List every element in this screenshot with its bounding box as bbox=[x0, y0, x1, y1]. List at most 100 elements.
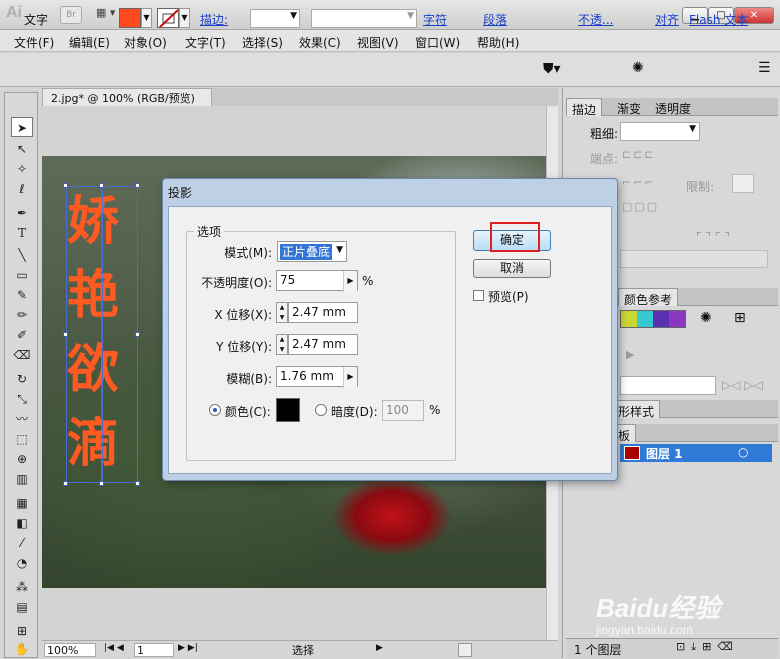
panel-menu-icon[interactable]: ☰ bbox=[758, 60, 771, 76]
resize-handle[interactable] bbox=[99, 481, 104, 486]
vertical-text-object[interactable]: 娇 艳 欲 滴 bbox=[66, 186, 119, 483]
rotate-icon[interactable]: ↻ bbox=[11, 369, 33, 389]
menu-help[interactable]: 帮助(H) bbox=[477, 34, 519, 51]
status-arrow-icon[interactable]: ▶ bbox=[376, 643, 383, 653]
tab-gradient[interactable]: 渐变 bbox=[612, 98, 646, 116]
fill-dropdown[interactable]: ▼ bbox=[141, 8, 152, 28]
align-link[interactable]: 对齐 bbox=[655, 11, 679, 28]
tab-graphic-styles[interactable]: 形样式 bbox=[612, 400, 661, 419]
bridge-button[interactable]: Br bbox=[60, 6, 82, 24]
resize-handle[interactable] bbox=[135, 481, 140, 486]
stroke-link[interactable]: 描边: bbox=[200, 11, 228, 28]
resize-handle[interactable] bbox=[63, 332, 68, 337]
resize-handle[interactable] bbox=[99, 183, 104, 188]
character-link[interactable]: 字符 bbox=[423, 11, 447, 28]
document-tab[interactable]: 2.jpg* @ 100% (RGB/预览) ✕ bbox=[42, 88, 212, 119]
mesh-icon[interactable]: ▦ bbox=[11, 493, 33, 513]
graph-icon[interactable]: ▥ bbox=[11, 469, 33, 489]
dash-fields[interactable] bbox=[620, 250, 768, 268]
y-offset-spinner[interactable]: ▲ ▼ bbox=[276, 334, 288, 355]
limit-field[interactable] bbox=[732, 174, 754, 193]
eraser-icon[interactable]: ⌫ bbox=[11, 345, 33, 365]
resize-handle[interactable] bbox=[63, 183, 68, 188]
menu-select[interactable]: 选择(S) bbox=[242, 34, 283, 51]
darkness-radio[interactable] bbox=[315, 404, 327, 416]
menu-view[interactable]: 视图(V) bbox=[357, 34, 399, 51]
type-tool-icon[interactable]: T bbox=[11, 223, 33, 243]
opacity-link[interactable]: 不透... bbox=[578, 11, 613, 28]
brush-icon[interactable]: ⛊▾ bbox=[543, 61, 561, 77]
paintbrush-icon[interactable]: ✎ bbox=[11, 285, 33, 305]
stroke-dropdown[interactable]: ▼ bbox=[179, 8, 190, 28]
preview-checkbox[interactable] bbox=[473, 290, 484, 301]
selection-tool-icon[interactable]: ➤ bbox=[11, 117, 33, 137]
fill-color-swatch[interactable] bbox=[119, 8, 141, 28]
lasso-icon[interactable]: ℓ bbox=[11, 179, 33, 199]
x-offset-spinner[interactable]: ▲ ▼ bbox=[276, 302, 288, 323]
save-group-icon[interactable]: ⊞ bbox=[734, 310, 746, 326]
pen-icon[interactable]: ✒ bbox=[11, 203, 33, 223]
magic-wand-icon[interactable]: ✧ bbox=[11, 159, 33, 179]
stroke-weight-field[interactable]: ▼ bbox=[250, 9, 300, 28]
blur-field[interactable]: 1.76 mm ▶ bbox=[276, 366, 358, 388]
symbol-sprayer-icon[interactable]: ⁂ bbox=[11, 577, 33, 597]
recolor-icon[interactable]: ✺ bbox=[632, 60, 644, 76]
mode-select[interactable]: 正片叠底 ▼ bbox=[277, 241, 347, 262]
direct-selection-icon[interactable]: ↖ bbox=[11, 139, 33, 159]
resize-handle[interactable] bbox=[63, 481, 68, 486]
menu-window[interactable]: 窗口(W) bbox=[415, 34, 460, 51]
scale-icon[interactable]: ⤡ bbox=[11, 389, 33, 409]
shape-builder-icon[interactable]: ⊕ bbox=[11, 449, 33, 469]
color-group-icon[interactable]: ✺ bbox=[700, 310, 712, 326]
tab-color-guide[interactable]: 颜色参考 bbox=[618, 288, 679, 307]
slider-arrow-icon[interactable]: ▶ bbox=[343, 367, 357, 388]
swatch-search-field[interactable] bbox=[620, 376, 716, 395]
y-offset-field[interactable]: 2.47 mm bbox=[288, 334, 358, 355]
harmony-swatch[interactable] bbox=[620, 310, 686, 328]
align-stroke-icons[interactable]: ▢▢▢ bbox=[622, 200, 659, 213]
vertical-text-bounds[interactable] bbox=[102, 186, 138, 483]
shadow-color-swatch[interactable] bbox=[276, 398, 300, 422]
column-graph-icon[interactable]: ▤ bbox=[11, 597, 33, 617]
cap-icons[interactable]: ⊏⊏⊏ bbox=[622, 148, 656, 161]
slider-arrow-icon[interactable]: ▶ bbox=[343, 271, 357, 292]
menu-object[interactable]: 对象(O) bbox=[124, 34, 167, 51]
menu-edit[interactable]: 编辑(E) bbox=[69, 34, 110, 51]
color-radio[interactable] bbox=[209, 404, 221, 416]
target-icon[interactable]: ○ bbox=[738, 445, 748, 459]
menu-effect[interactable]: 效果(C) bbox=[299, 34, 341, 51]
variable-width-field[interactable]: ▼ bbox=[311, 9, 417, 28]
gradient-icon[interactable]: ◧ bbox=[11, 513, 33, 533]
resize-handle[interactable] bbox=[135, 183, 140, 188]
pencil-icon[interactable]: ✏ bbox=[11, 305, 33, 325]
flip-icons[interactable]: ▷◁ ▷◁ bbox=[722, 378, 763, 392]
line-icon[interactable]: ╲ bbox=[11, 245, 33, 265]
stroke-color-swatch[interactable] bbox=[157, 8, 179, 28]
darkness-field[interactable]: 100 bbox=[382, 400, 424, 421]
join-icons[interactable]: ⌐⌐⌐ bbox=[622, 176, 656, 189]
blend-icon[interactable]: ◔ bbox=[11, 553, 33, 573]
x-offset-field[interactable]: 2.47 mm bbox=[288, 302, 358, 323]
flash-text-link[interactable]: Flash 文本 bbox=[689, 11, 748, 28]
artboard-icon[interactable]: ⊞ bbox=[11, 621, 33, 641]
eyedropper-icon[interactable]: ⁄ bbox=[11, 533, 33, 553]
layer-row[interactable]: 图层 1 ○ bbox=[620, 444, 772, 462]
opacity-field[interactable]: 75 ▶ bbox=[276, 270, 358, 292]
menu-type[interactable]: 文字(T) bbox=[185, 34, 226, 51]
free-transform-icon[interactable]: ⬚ bbox=[11, 429, 33, 449]
resize-handle[interactable] bbox=[135, 332, 140, 337]
first-artboard-icon[interactable]: |◀ ◀ bbox=[104, 643, 124, 653]
tab-transparency[interactable]: 透明度 bbox=[650, 98, 696, 116]
layer-action-icons[interactable]: ⊡⤓⊞⌫ bbox=[676, 640, 739, 654]
horizontal-scroll-thumb[interactable] bbox=[458, 643, 472, 657]
menu-file[interactable]: 文件(F) bbox=[14, 34, 54, 51]
rectangle-icon[interactable]: ▭ bbox=[11, 265, 33, 285]
tab-stroke[interactable]: 描边 bbox=[566, 98, 603, 117]
dash-icons[interactable]: ⌜ ⌝ ⌜ ⌝ bbox=[696, 230, 730, 244]
warp-icon[interactable]: 〰 bbox=[11, 409, 33, 429]
play-icon[interactable]: ▶ bbox=[626, 348, 634, 361]
status-text[interactable]: 选择 bbox=[292, 642, 314, 658]
hand-icon[interactable]: ✋ bbox=[11, 639, 33, 659]
weight-field[interactable]: ▼ bbox=[620, 122, 700, 141]
cancel-button[interactable]: 取消 bbox=[473, 259, 551, 278]
